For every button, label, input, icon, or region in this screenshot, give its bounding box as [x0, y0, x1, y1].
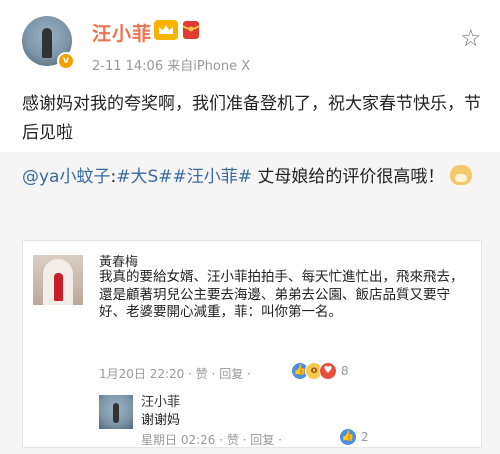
- topic-link-1[interactable]: #大S#: [116, 167, 172, 187]
- reply-comment: 汪小菲 谢谢妈 星期日 02:26 · 赞 · 回复 · 👍 2: [99, 391, 469, 447]
- post-header: v 汪小菲 2-11 14:06 来自iPhone X ☆: [0, 0, 500, 82]
- username[interactable]: 汪小菲: [92, 19, 152, 46]
- reply-meta: 星期日 02:26 · 赞 · 回复 ·: [141, 433, 282, 447]
- doge-emoji-icon: [449, 165, 472, 185]
- reply-like-reaction-icon: 👍: [339, 428, 357, 446]
- comment-reaction-count: 8: [341, 364, 349, 378]
- post-text: 感谢妈对我的夸奖啊，我们准备登机了，祝大家春节快乐，节后见啦: [22, 94, 481, 143]
- red-envelope-icon: [182, 21, 200, 39]
- post-meta: 2-11 14:06 来自iPhone X: [92, 59, 251, 74]
- reply-text: 谢谢妈: [141, 413, 181, 428]
- comment-body: 我真的要給女婿、汪小菲拍拍手、每天忙進忙出，飛來飛去，還是顧著玥兒公主要去海邊、…: [99, 269, 464, 320]
- topic-link-2[interactable]: #汪小菲#: [173, 167, 253, 187]
- star-icon[interactable]: ☆: [460, 24, 482, 52]
- comment-screenshot: 黃春梅 我真的要給女婿、汪小菲拍拍手、每天忙進忙出，飛來飛去，還是顧著玥兒公主要…: [22, 240, 482, 448]
- repost-block[interactable]: @ya小蚊子:#大S##汪小菲# 丈母娘给的评价很高哦！ 黃春梅 我真的要給女婿…: [0, 152, 500, 454]
- verified-badge-icon: v: [57, 52, 75, 70]
- crown-icon: [154, 20, 178, 40]
- comment-meta: 1月20日 22:20 · 赞 · 回复 ·: [99, 367, 251, 381]
- heart-reaction-icon: ♥: [319, 362, 337, 380]
- commenter-name: 黃春梅: [99, 255, 139, 270]
- mention-link[interactable]: @ya小蚊子: [22, 167, 110, 187]
- repost-text: @ya小蚊子:#大S##汪小菲# 丈母娘给的评价很高哦！: [22, 162, 488, 192]
- reply-avatar: [99, 395, 133, 429]
- repost-body: 丈母娘给的评价很高哦！: [252, 167, 445, 187]
- reply-name: 汪小菲: [141, 395, 181, 410]
- commenter-avatar: [33, 255, 83, 305]
- reply-reaction-count: 2: [361, 430, 369, 444]
